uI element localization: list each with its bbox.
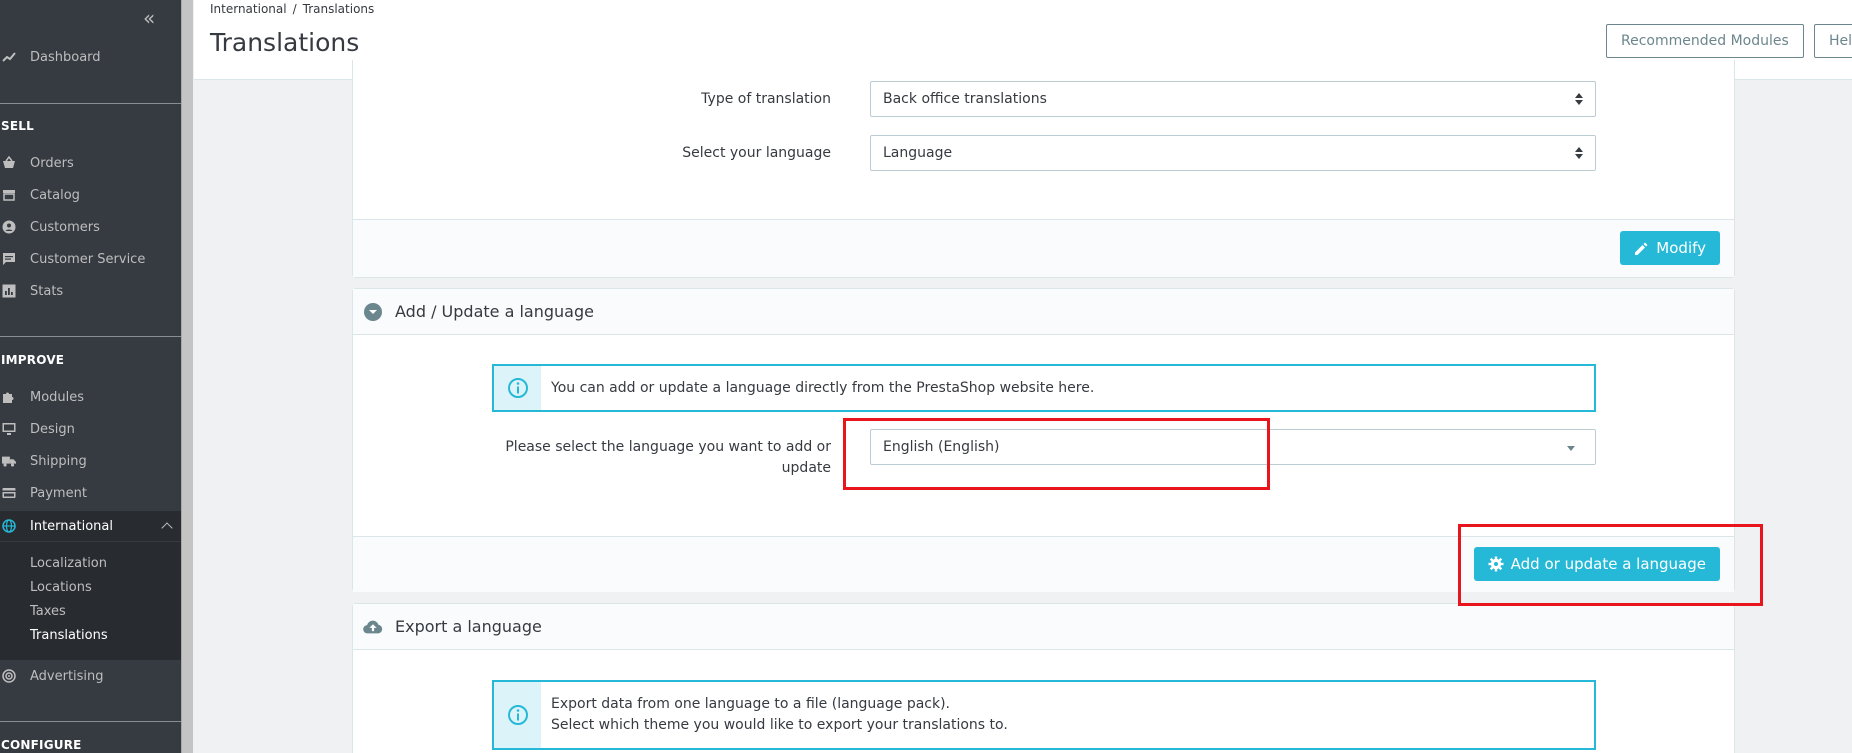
sidebar-item-label: Modules bbox=[30, 389, 85, 405]
breadcrumb-separator: / bbox=[292, 2, 297, 16]
info-icon bbox=[494, 682, 541, 748]
panel-footer: Add or update a language bbox=[353, 536, 1734, 592]
bar-chart-icon bbox=[2, 284, 16, 298]
select-value: Back office translations bbox=[883, 91, 1047, 107]
info-text: You can add or update a language directl… bbox=[551, 379, 1095, 396]
sidebar-subitem-taxes[interactable]: Taxes bbox=[30, 604, 66, 619]
sidebar-item-catalog[interactable]: Catalog bbox=[0, 180, 181, 210]
language-add-select[interactable]: English (English) bbox=[870, 429, 1596, 465]
select-value: Language bbox=[883, 145, 953, 161]
gear-icon bbox=[1488, 556, 1504, 572]
account-circle-icon bbox=[2, 220, 16, 234]
sidebar-divider bbox=[0, 103, 181, 104]
page-title: Translations bbox=[210, 28, 360, 57]
collapse-sidebar-icon[interactable]: « bbox=[143, 6, 155, 30]
sidebar-item-label: Dashboard bbox=[30, 49, 101, 65]
add-update-button-label: Add or update a language bbox=[1510, 555, 1706, 573]
select-language-select[interactable]: Language bbox=[870, 135, 1596, 171]
sidebar-item-label: International bbox=[30, 518, 113, 534]
sidebar-submenu-international: Localization Locations Taxes Translation… bbox=[0, 542, 181, 660]
sidebar-item-shipping[interactable]: Shipping bbox=[0, 446, 181, 476]
select-arrows-icon bbox=[1575, 93, 1583, 105]
breadcrumb: International / Translations bbox=[210, 2, 374, 16]
panel-heading: Export a language bbox=[353, 604, 1734, 650]
sidebar-item-customer-service[interactable]: Customer Service bbox=[0, 244, 181, 274]
label-line: update bbox=[781, 460, 831, 476]
sidebar-subitem-localization[interactable]: Localization bbox=[30, 556, 107, 571]
puzzle-icon bbox=[2, 390, 16, 404]
sidebar-item-label: Customers bbox=[30, 219, 100, 235]
sidebar-item-design[interactable]: Design bbox=[0, 414, 181, 444]
export-info-alert: Export data from one language to a file … bbox=[492, 680, 1596, 750]
sidebar-scrollbar[interactable] bbox=[181, 0, 193, 753]
info-line: Export data from one language to a file … bbox=[551, 696, 951, 712]
sidebar-divider bbox=[0, 721, 181, 722]
sidebar-item-international[interactable]: International bbox=[0, 511, 181, 541]
info-line: Select which theme you would like to exp… bbox=[551, 717, 1008, 733]
select-language-add-label: Please select the language you want to a… bbox=[505, 437, 831, 479]
sidebar-section-configure: CONFIGURE bbox=[1, 738, 82, 752]
sidebar-item-customers[interactable]: Customers bbox=[0, 212, 181, 242]
export-info-text: Export data from one language to a file … bbox=[541, 682, 1008, 748]
sidebar: « Dashboard SELL Orders Catalog Customer… bbox=[0, 0, 181, 753]
shopping-basket-icon bbox=[2, 156, 16, 170]
sidebar-item-stats[interactable]: Stats bbox=[0, 276, 181, 306]
target-icon bbox=[2, 669, 16, 683]
chevron-up-icon bbox=[161, 522, 173, 534]
sidebar-subitem-locations[interactable]: Locations bbox=[30, 580, 92, 595]
export-language-panel: Export a language Export data from one l… bbox=[352, 603, 1735, 753]
info-alert: You can add or update a language directl… bbox=[492, 364, 1596, 412]
panel-heading: Add / Update a language bbox=[353, 289, 1734, 335]
panel-footer: Modify bbox=[353, 219, 1734, 277]
desktop-icon bbox=[2, 422, 16, 436]
sidebar-item-label: Customer Service bbox=[30, 251, 146, 267]
cloud-upload-icon bbox=[363, 617, 383, 637]
breadcrumb-translations[interactable]: Translations bbox=[303, 2, 375, 16]
store-icon bbox=[2, 188, 16, 202]
chevron-down-icon bbox=[1567, 446, 1575, 451]
info-icon bbox=[494, 366, 541, 410]
label-line: Please select the language you want to a… bbox=[505, 439, 831, 455]
sidebar-item-dashboard[interactable]: Dashboard bbox=[0, 42, 181, 72]
chat-icon bbox=[2, 252, 16, 266]
type-of-translation-select[interactable]: Back office translations bbox=[870, 81, 1596, 117]
sidebar-item-label: Shipping bbox=[30, 453, 87, 469]
sidebar-item-label: Payment bbox=[30, 485, 87, 501]
sidebar-item-label: Catalog bbox=[30, 187, 80, 203]
select-language-label: Select your language bbox=[682, 145, 831, 161]
sidebar-section-improve: IMPROVE bbox=[1, 353, 65, 367]
modify-button[interactable]: Modify bbox=[1620, 231, 1720, 265]
trending-up-icon bbox=[2, 50, 16, 64]
globe-icon bbox=[2, 519, 16, 533]
type-of-translation-label: Type of translation bbox=[701, 91, 831, 107]
recommended-modules-button[interactable]: Recommended Modules bbox=[1606, 24, 1804, 58]
select-value: English (English) bbox=[883, 439, 1000, 455]
sidebar-item-label: Stats bbox=[30, 283, 64, 299]
truck-icon bbox=[2, 454, 16, 468]
add-update-language-panel: Add / Update a language You can add or u… bbox=[352, 288, 1735, 592]
help-button[interactable]: Help bbox=[1814, 24, 1852, 58]
credit-card-icon bbox=[2, 486, 16, 500]
panel-title: Export a language bbox=[395, 617, 542, 636]
add-update-language-button[interactable]: Add or update a language bbox=[1473, 547, 1720, 581]
sidebar-item-payment[interactable]: Payment bbox=[0, 478, 181, 508]
select-arrows-icon bbox=[1575, 147, 1583, 159]
sidebar-item-advertising[interactable]: Advertising bbox=[0, 661, 181, 691]
sidebar-item-label: Design bbox=[30, 421, 75, 437]
breadcrumb-international[interactable]: International bbox=[210, 2, 287, 16]
sidebar-item-modules[interactable]: Modules bbox=[0, 382, 181, 412]
modify-translations-panel: Type of translation Back office translat… bbox=[352, 60, 1735, 278]
sidebar-section-sell: SELL bbox=[1, 119, 34, 133]
sidebar-subitem-translations[interactable]: Translations bbox=[30, 628, 108, 643]
sidebar-item-orders[interactable]: Orders bbox=[0, 148, 181, 178]
expand-circle-icon[interactable] bbox=[363, 302, 383, 322]
pencil-icon bbox=[1634, 241, 1649, 256]
modify-button-label: Modify bbox=[1656, 239, 1706, 257]
panel-title: Add / Update a language bbox=[395, 302, 594, 321]
sidebar-item-label: Advertising bbox=[30, 668, 104, 684]
sidebar-item-label: Orders bbox=[30, 155, 74, 171]
sidebar-divider bbox=[0, 336, 181, 337]
